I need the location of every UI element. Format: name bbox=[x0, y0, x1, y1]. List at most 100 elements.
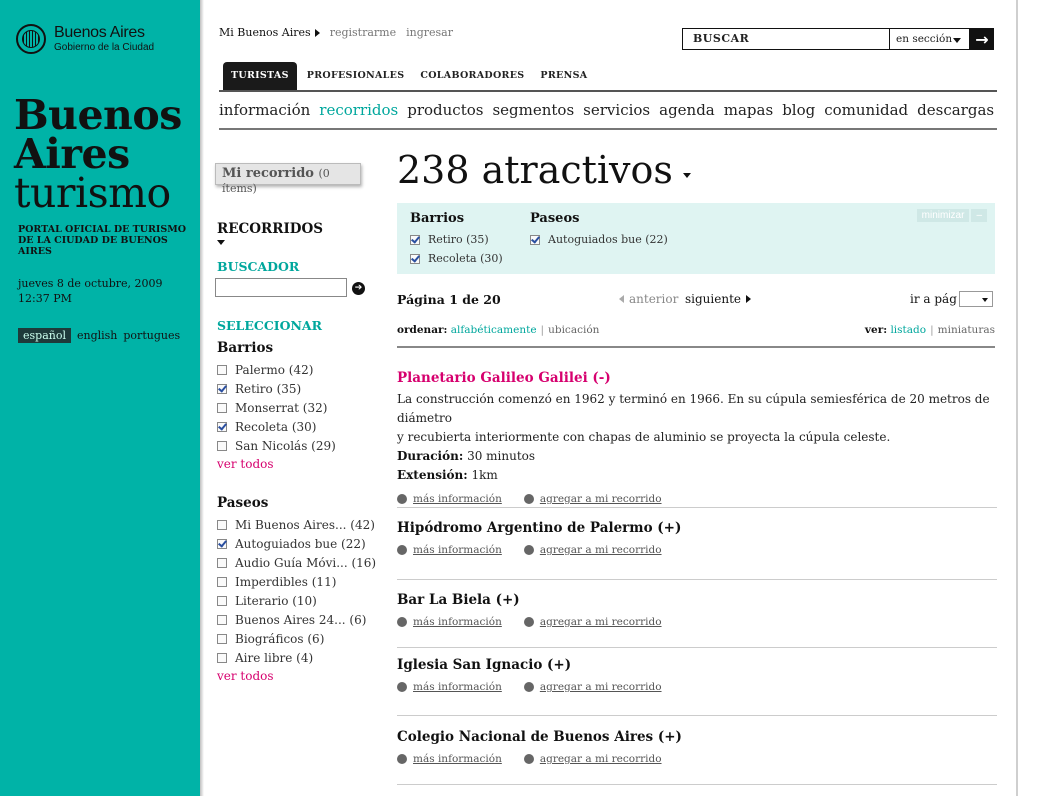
mas-informacion-link[interactable]: más información bbox=[397, 616, 502, 628]
checkbox[interactable] bbox=[217, 614, 227, 625]
lang-english[interactable]: english bbox=[77, 329, 117, 342]
agregar-recorrido-link[interactable]: agregar a mi recorrido bbox=[523, 616, 662, 628]
barrio-palermo[interactable]: Palermo (42) bbox=[217, 360, 336, 379]
tab-profesionales[interactable]: PROFESIONALES bbox=[299, 62, 413, 90]
minimize-icon[interactable]: – bbox=[971, 209, 987, 222]
mas-informacion-link[interactable]: más información bbox=[397, 753, 502, 765]
mas-informacion-link[interactable]: más información bbox=[397, 544, 502, 556]
mi-recorrido-button[interactable]: Mi recorrido (0 ítems) bbox=[215, 163, 361, 195]
city-logo[interactable]: Buenos Aires Gobierno de la Ciudad bbox=[16, 24, 154, 54]
tab-turistas[interactable]: TURISTAS bbox=[223, 62, 297, 90]
paseo-literario[interactable]: Literario (10) bbox=[217, 591, 376, 610]
checkbox[interactable] bbox=[217, 633, 227, 644]
registrarme-link[interactable]: registrarme bbox=[330, 26, 396, 39]
agregar-recorrido-link[interactable]: agregar a mi recorrido bbox=[523, 493, 662, 505]
paseo-autoguiados[interactable]: Autoguiados bue (22) bbox=[217, 534, 376, 553]
paseo-audio-guia[interactable]: Audio Guía Móvi... (16) bbox=[217, 553, 376, 572]
prev-page-link[interactable]: anterior bbox=[619, 292, 678, 306]
lang-portugues[interactable]: portugues bbox=[123, 329, 180, 342]
checkbox[interactable] bbox=[217, 402, 227, 413]
result-title[interactable]: Colegio Nacional de Buenos Aires (+) bbox=[397, 729, 997, 745]
goto-page-select[interactable] bbox=[959, 291, 993, 307]
checkbox[interactable] bbox=[217, 364, 227, 375]
mi-buenos-aires-link[interactable]: Mi Buenos Aires bbox=[219, 26, 320, 39]
result-title[interactable]: Iglesia San Ignacio (+) bbox=[397, 657, 997, 673]
nav-mapas[interactable]: mapas bbox=[724, 101, 773, 119]
minimizar-label[interactable]: minimizar bbox=[916, 209, 970, 222]
sort-ubicacion[interactable]: ubicación bbox=[548, 324, 599, 336]
tab-prensa[interactable]: PRENSA bbox=[532, 62, 595, 90]
nav-recorridos[interactable]: recorridos bbox=[319, 101, 398, 119]
nav-comunidad[interactable]: comunidad bbox=[824, 101, 908, 119]
checkbox-checked[interactable] bbox=[410, 234, 420, 245]
checkbox[interactable] bbox=[217, 557, 227, 568]
nav-productos[interactable]: productos bbox=[407, 101, 483, 119]
nav-descargas[interactable]: descargas bbox=[917, 101, 994, 119]
buscador-input[interactable] bbox=[215, 278, 347, 297]
checkbox[interactable] bbox=[217, 595, 227, 606]
paseos-ver-todos-link[interactable]: ver todos bbox=[217, 667, 376, 686]
result-item: Bar La Biela (+) más información agregar… bbox=[397, 592, 997, 648]
lang-espanol[interactable]: español bbox=[18, 328, 71, 343]
nav-servicios[interactable]: servicios bbox=[583, 101, 650, 119]
barrios-heading: Barrios bbox=[217, 340, 274, 356]
checkbox-checked[interactable] bbox=[217, 421, 227, 432]
next-page-link[interactable]: siguiente bbox=[685, 292, 751, 306]
search-input[interactable]: BUSCAR bbox=[682, 28, 890, 50]
result-title[interactable]: Bar La Biela (+) bbox=[397, 592, 997, 608]
search-scope-select[interactable]: en sección bbox=[890, 28, 970, 50]
chevron-down-icon[interactable] bbox=[682, 172, 691, 178]
page-right-edge bbox=[1016, 0, 1018, 796]
sort-alfabeticamente[interactable]: alfabéticamente bbox=[451, 324, 537, 336]
barrio-san-nicolas[interactable]: San Nicolás (29) bbox=[217, 436, 336, 455]
checkbox[interactable] bbox=[217, 440, 227, 451]
agregar-recorrido-link[interactable]: agregar a mi recorrido bbox=[523, 544, 662, 556]
checkbox-checked[interactable] bbox=[530, 234, 540, 245]
checkbox[interactable] bbox=[217, 576, 227, 587]
ver-label: ver: bbox=[864, 324, 888, 336]
minimizar-control[interactable]: minimizar – bbox=[916, 209, 987, 222]
link-label: agregar a mi recorrido bbox=[539, 544, 662, 556]
checkbox-checked[interactable] bbox=[217, 383, 227, 394]
result-title[interactable]: Hipódromo Argentino de Palermo (+) bbox=[397, 520, 997, 536]
barrio-recoleta[interactable]: Recoleta (30) bbox=[217, 417, 336, 436]
buscador-go-icon[interactable]: ➔ bbox=[352, 282, 365, 295]
paseo-buenos-aires-24[interactable]: Buenos Aires 24... (6) bbox=[217, 610, 376, 629]
nav-blog[interactable]: blog bbox=[782, 101, 815, 119]
goto-page-label: ir a pág bbox=[910, 292, 957, 306]
active-filter-retiro[interactable]: Retiro (35) bbox=[410, 230, 503, 249]
barrio-monserrat[interactable]: Monserrat (32) bbox=[217, 398, 336, 417]
recorridos-heading[interactable]: RECORRIDOS bbox=[217, 221, 323, 237]
tab-colaboradores[interactable]: COLABORADORES bbox=[412, 62, 532, 90]
result-title[interactable]: Planetario Galileo Galilei (-) bbox=[397, 370, 997, 386]
active-filter-autoguiados[interactable]: Autoguiados bue (22) bbox=[530, 230, 668, 249]
view-listado[interactable]: listado bbox=[890, 324, 926, 336]
search-submit-button[interactable]: → bbox=[970, 28, 994, 50]
barrio-retiro[interactable]: Retiro (35) bbox=[217, 379, 336, 398]
site-title[interactable]: Buenos Aires turismo bbox=[14, 95, 182, 214]
chevron-down-icon[interactable] bbox=[217, 240, 225, 245]
agregar-recorrido-link[interactable]: agregar a mi recorrido bbox=[523, 753, 662, 765]
paseo-mi-buenos-aires[interactable]: Mi Buenos Aires... (42) bbox=[217, 515, 376, 534]
checkbox[interactable] bbox=[217, 652, 227, 663]
mas-informacion-link[interactable]: más información bbox=[397, 493, 502, 505]
result-extension: Extensión: 1km bbox=[397, 466, 997, 485]
mas-informacion-link[interactable]: más información bbox=[397, 681, 502, 693]
checkbox-checked[interactable] bbox=[217, 538, 227, 549]
nav-informacion[interactable]: información bbox=[219, 101, 310, 119]
nav-agenda[interactable]: agenda bbox=[659, 101, 715, 119]
page-title[interactable]: 238 atractivos bbox=[397, 148, 691, 192]
paseo-aire-libre[interactable]: Aire libre (4) bbox=[217, 648, 376, 667]
agregar-recorrido-link[interactable]: agregar a mi recorrido bbox=[523, 681, 662, 693]
active-filter-recoleta[interactable]: Recoleta (30) bbox=[410, 249, 503, 268]
ingresar-link[interactable]: ingresar bbox=[406, 26, 453, 39]
paseo-imperdibles[interactable]: Imperdibles (11) bbox=[217, 572, 376, 591]
page-indicator: Página 1 de 20 bbox=[397, 292, 501, 307]
nav-segmentos[interactable]: segmentos bbox=[492, 101, 574, 119]
link-label: agregar a mi recorrido bbox=[539, 493, 662, 505]
barrios-ver-todos-link[interactable]: ver todos bbox=[217, 455, 336, 474]
view-miniaturas[interactable]: miniaturas bbox=[938, 324, 995, 336]
checkbox-checked[interactable] bbox=[410, 253, 420, 264]
paseo-biograficos[interactable]: Biográficos (6) bbox=[217, 629, 376, 648]
checkbox[interactable] bbox=[217, 519, 227, 530]
